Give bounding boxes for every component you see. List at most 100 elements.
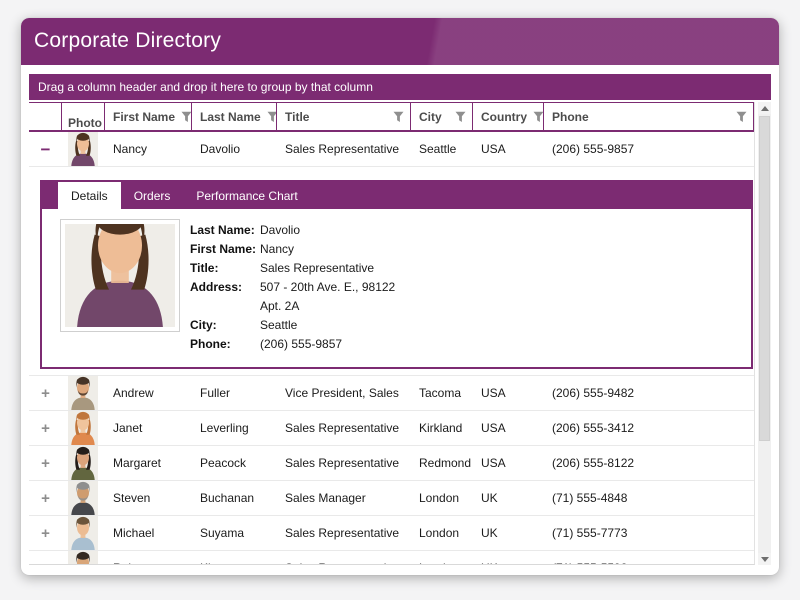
title-cell: Vice President, Sales — [285, 386, 399, 400]
column-header[interactable]: Country — [473, 103, 544, 130]
title-cell: Sales Representative — [285, 526, 399, 540]
country-cell: UK — [481, 561, 498, 564]
country-cell: UK — [481, 491, 498, 505]
employee-photo — [68, 376, 98, 410]
table-area: Photo First Name Last Name Title City Co… — [29, 102, 755, 565]
country-cell: USA — [481, 386, 506, 400]
detail-field-label: First Name: — [190, 240, 260, 259]
city-cell: Tacoma — [419, 386, 461, 400]
column-header[interactable]: Last Name — [192, 103, 277, 130]
detail-field-value: Nancy — [260, 240, 294, 259]
row-expand-toggle[interactable]: + — [41, 421, 50, 436]
employees-grid: Drag a column header and drop it here to… — [29, 74, 771, 565]
filter-icon[interactable] — [527, 111, 544, 123]
rows-viewport: − Nancy Davolio Sales Representative Sea… — [29, 132, 754, 564]
photo-cell — [62, 132, 105, 166]
row-detail-section: DetailsOrdersPerformance Chart Last Name… — [29, 167, 754, 376]
filter-icon[interactable] — [449, 111, 466, 123]
title-cell: Sales Representative — [285, 421, 399, 435]
column-header[interactable]: Title — [277, 103, 411, 130]
column-header[interactable]: Phone — [544, 103, 754, 130]
employee-row[interactable]: + Steven Buchanan Sales Manager London U… — [29, 481, 754, 516]
detail-fields: Last Name: Davolio First Name: Nancy Tit… — [190, 219, 395, 354]
phone-cell: (206) 555-8122 — [552, 456, 634, 470]
phone-cell: (206) 555-9482 — [552, 386, 634, 400]
detail-field-label: City: — [190, 316, 260, 335]
country-cell: USA — [481, 142, 506, 156]
row-expand-toggle[interactable]: + — [41, 561, 50, 565]
detail-field-label: Phone: — [190, 335, 260, 354]
detail-tab[interactable]: Details — [58, 182, 121, 209]
first-name-cell: Janet — [113, 421, 142, 435]
filter-icon[interactable] — [730, 111, 747, 123]
detail-field-label: Address: — [190, 278, 260, 316]
employee-photo — [68, 446, 98, 480]
column-header[interactable]: City — [411, 103, 473, 130]
scrollbar-track[interactable] — [758, 114, 771, 553]
phone-cell: (71) 555-4848 — [552, 491, 627, 505]
first-name-cell: Andrew — [113, 386, 154, 400]
row-expand-toggle[interactable]: − — [41, 142, 51, 157]
detail-field: Title: Sales Representative — [190, 259, 395, 278]
row-expand-toggle[interactable]: + — [41, 386, 50, 401]
photo-cell — [62, 551, 105, 564]
first-name-cell: Margaret — [113, 456, 161, 470]
column-header-label: Country — [481, 110, 527, 124]
last-name-cell: Peacock — [200, 456, 246, 470]
detail-tab[interactable]: Performance Chart — [183, 182, 310, 209]
city-cell: London — [419, 491, 459, 505]
city-cell: London — [419, 561, 459, 564]
detail-photo — [60, 219, 180, 332]
last-name-cell: Davolio — [200, 142, 240, 156]
detail-field-label: Last Name: — [190, 221, 260, 240]
column-header-label: Phone — [552, 110, 589, 124]
last-name-cell: Leverling — [200, 421, 249, 435]
photo-cell — [62, 516, 105, 550]
employee-photo — [68, 481, 98, 515]
window-title: Corporate Directory — [21, 18, 779, 64]
scrollbar-thumb[interactable] — [759, 116, 770, 441]
scroll-down-icon — [761, 557, 769, 562]
detail-field-value: Davolio — [260, 221, 300, 240]
country-cell: USA — [481, 456, 506, 470]
row-expand-toggle[interactable]: + — [41, 526, 50, 541]
filter-icon[interactable] — [387, 111, 404, 123]
title-cell: Sales Representative — [285, 456, 399, 470]
employee-row[interactable]: + Michael Suyama Sales Representative Lo… — [29, 516, 754, 551]
window-titlebar: Corporate Directory — [21, 18, 779, 65]
group-by-drop-area[interactable]: Drag a column header and drop it here to… — [29, 74, 771, 100]
employee-row[interactable]: + Robert King Sales Representative Londo… — [29, 551, 754, 564]
corporate-directory-window: Corporate Directory Drag a column header… — [21, 18, 779, 575]
detail-field-label: Title: — [190, 259, 260, 278]
title-cell: Sales Representative — [285, 561, 399, 564]
employee-row[interactable]: − Nancy Davolio Sales Representative Sea… — [29, 132, 754, 167]
scroll-up-button[interactable] — [758, 102, 771, 114]
detail-tab[interactable]: Orders — [121, 182, 184, 209]
city-cell: Kirkland — [419, 421, 462, 435]
grid-body: Photo First Name Last Name Title City Co… — [29, 102, 771, 565]
employee-row[interactable]: + Andrew Fuller Vice President, Sales Ta… — [29, 376, 754, 411]
column-header[interactable] — [29, 103, 62, 130]
phone-cell: (206) 555-9857 — [552, 142, 634, 156]
city-cell: Seattle — [419, 142, 456, 156]
column-header[interactable]: Photo — [62, 103, 105, 130]
scroll-down-button[interactable] — [758, 553, 771, 565]
employee-row[interactable]: + Margaret Peacock Sales Representative … — [29, 446, 754, 481]
row-expand-toggle[interactable]: + — [41, 456, 50, 471]
scroll-up-icon — [761, 106, 769, 111]
vertical-scrollbar[interactable] — [758, 102, 771, 565]
employee-photo — [68, 132, 98, 166]
filter-icon[interactable] — [261, 111, 277, 123]
last-name-cell: Fuller — [200, 386, 230, 400]
phone-cell: (206) 555-3412 — [552, 421, 634, 435]
row-expand-toggle[interactable]: + — [41, 491, 50, 506]
employee-photo — [68, 516, 98, 550]
detail-field: Phone: (206) 555-9857 — [190, 335, 395, 354]
column-header[interactable]: First Name — [105, 103, 192, 130]
employee-photo — [68, 411, 98, 445]
detail-content: Last Name: Davolio First Name: Nancy Tit… — [42, 209, 751, 364]
filter-icon[interactable] — [175, 111, 192, 123]
column-header-label: Photo — [68, 116, 102, 130]
employee-row[interactable]: + Janet Leverling Sales Representative K… — [29, 411, 754, 446]
phone-cell: (71) 555-5598 — [552, 561, 627, 564]
